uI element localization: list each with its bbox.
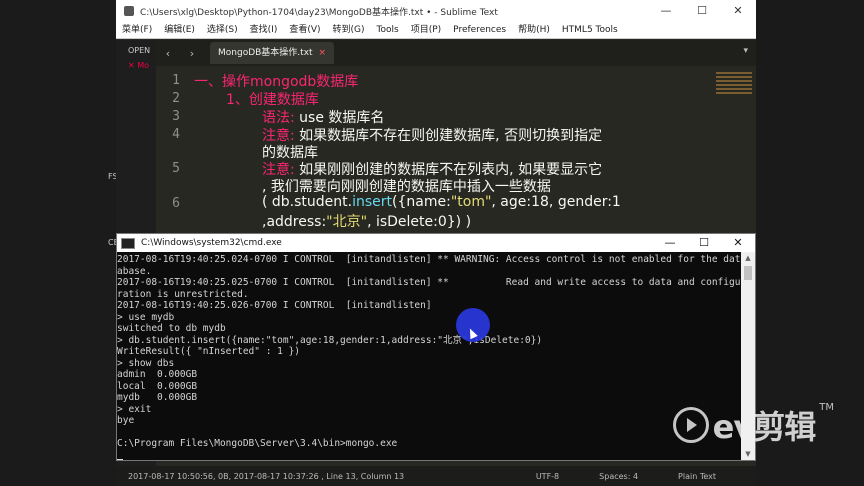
line-number: 1 — [172, 73, 180, 88]
text-cursor — [117, 459, 123, 460]
scroll-up-icon[interactable]: ▲ — [741, 254, 755, 262]
menu-goto[interactable]: 转到(G) — [327, 22, 371, 38]
minimap[interactable] — [716, 70, 752, 110]
sublime-tabbar: ‹ › MongoDB基本操作.txt × ▾ — [156, 40, 756, 66]
cmd-window: C:\Windows\system32\cmd.exe — ☐ ✕ 2017-0… — [116, 233, 756, 461]
code-editor[interactable]: 1 2 3 4 5 6 一、操作mongodb数据库 1、创建数据库 语法: u… — [156, 66, 756, 238]
close-icon[interactable]: ✕ — [721, 234, 755, 252]
sublime-window-title: C:\Users\xlg\Desktop\Python-1704\day23\M… — [140, 7, 498, 18]
status-encoding[interactable]: UTF-8 — [536, 472, 559, 481]
minimize-icon[interactable]: — — [648, 0, 684, 22]
status-bar: 2017-08-17 10:50:56, 0B, 2017-08-17 10:3… — [116, 466, 756, 486]
console-line: admin 0.000GB — [117, 369, 198, 380]
code-text: , age:18, gender:1 — [491, 194, 621, 210]
function-text: insert — [352, 194, 393, 210]
menu-view[interactable]: 查看(V) — [283, 22, 326, 38]
console-line: > db.student.insert({name:"tom",age:18,g… — [117, 334, 543, 346]
code-line-6: ( db.student.insert({name:"tom", age:18,… — [262, 194, 621, 210]
watermark-text: ev剪辑 — [712, 408, 817, 446]
line-number: 5 — [172, 161, 180, 176]
console-line: > show dbs — [117, 357, 175, 369]
code-text: ,address: — [262, 214, 327, 230]
maximize-icon[interactable]: ☐ — [687, 234, 721, 252]
console-line: 2017-08-16T19:40:25.024-0700 I CONTROL [… — [117, 254, 741, 265]
menu-find[interactable]: 查找(I) — [244, 22, 284, 38]
code-line-5-wrap: , 我们需要向刚刚创建的数据库中插入一些数据 — [262, 176, 551, 196]
menu-edit[interactable]: 编辑(E) — [158, 22, 201, 38]
line-gutter: 1 2 3 4 5 6 — [156, 66, 184, 238]
sublime-menubar: 菜单(F) 编辑(E) 选择(S) 查找(I) 查看(V) 转到(G) Tool… — [116, 22, 756, 39]
console-line: bye — [117, 415, 135, 426]
terminal-icon — [121, 237, 135, 249]
maximize-icon[interactable]: ☐ — [684, 0, 720, 22]
code-text: use 数据库名 — [294, 110, 385, 126]
line-number: 6 — [172, 196, 180, 211]
scrollbar-thumb[interactable] — [744, 266, 752, 280]
status-position: 2017-08-17 10:50:56, 0B, 2017-08-17 10:3… — [128, 471, 405, 481]
menu-preferences[interactable]: Preferences — [447, 22, 512, 38]
code-line-3: 语法: use 数据库名 — [262, 107, 384, 127]
tab-mongodb-file[interactable]: MongoDB基本操作.txt × — [210, 42, 335, 64]
cmd-titlebar: C:\Windows\system32\cmd.exe — ☐ ✕ — [117, 234, 755, 252]
console-line: C:\Program Files\MongoDB\Server\3.4\bin>… — [117, 438, 398, 449]
sublime-titlebar: C:\Users\xlg\Desktop\Python-1704\day23\M… — [116, 0, 756, 22]
console-line: abase. — [117, 265, 152, 277]
scroll-down-icon[interactable]: ▼ — [741, 450, 755, 458]
tab-dropdown-icon[interactable]: ▾ — [743, 46, 748, 56]
tab-prev-icon[interactable]: ‹ — [156, 47, 180, 60]
string-text: "北京" — [326, 214, 368, 230]
menu-project[interactable]: 项目(P) — [405, 22, 447, 38]
code-text: ( db.student. — [262, 194, 353, 210]
console-line: switched to db mydb — [117, 323, 226, 334]
menu-tools[interactable]: Tools — [371, 22, 405, 38]
line-number: 2 — [172, 91, 180, 106]
heading-text: 一、操作mongodb数据库 — [194, 74, 359, 90]
close-icon[interactable]: ✕ — [720, 0, 756, 22]
cmd-window-title: C:\Windows\system32\cmd.exe — [141, 238, 282, 248]
console-line: mydb 0.000GB — [117, 392, 198, 403]
line-number: 3 — [172, 109, 180, 124]
menu-selection[interactable]: 选择(S) — [201, 22, 244, 38]
status-syntax[interactable]: Plain Text — [678, 472, 716, 481]
console-line: WriteResult({ "nInserted" : 1 }) — [117, 346, 301, 357]
code-text: , isDelete:0}) ) — [367, 214, 472, 230]
code-line-1: 一、操作mongodb数据库 — [194, 71, 358, 91]
status-indentation[interactable]: Spaces: 4 — [599, 472, 638, 481]
code-line-6-wrap: ,address:"北京", isDelete:0}) ) — [262, 211, 471, 231]
sidebar-open-file[interactable]: ✕ Mo — [116, 55, 156, 70]
code-text: ({name: — [392, 194, 451, 210]
code-text: , 我们需要向刚刚创建的数据库中插入一些数据 — [262, 179, 551, 195]
code-line-2: 1、创建数据库 — [226, 89, 319, 109]
keyword-text: 语法: — [262, 110, 295, 126]
string-text: "tom" — [450, 194, 492, 210]
play-logo-icon — [672, 407, 709, 443]
minimize-icon[interactable]: — — [653, 234, 687, 252]
console-line: > exit — [117, 403, 152, 415]
tab-label: MongoDB基本操作.txt — [218, 48, 313, 58]
menu-file[interactable]: 菜单(F) — [116, 22, 158, 38]
console-line: 2017-08-16T19:40:25.026-0700 I CONTROL [… — [117, 300, 432, 311]
ev-watermark: ev剪辑 TM — [672, 402, 834, 448]
console-line: > use mydb — [117, 311, 175, 323]
tab-next-icon[interactable]: › — [180, 47, 204, 60]
tab-close-icon[interactable]: × — [319, 48, 327, 58]
sidebar-open-files-label: OPEN — [128, 46, 151, 55]
console-output[interactable]: 2017-08-16T19:40:25.024-0700 I CONTROL [… — [117, 252, 741, 460]
sublime-app-icon — [124, 6, 134, 16]
menu-html5-tools[interactable]: HTML5 Tools — [556, 22, 624, 38]
watermark-tm: TM — [819, 402, 834, 413]
line-number: 4 — [172, 127, 180, 142]
subheading-text: 1、创建数据库 — [226, 92, 319, 108]
code-text: 如果数据库不存在则创建数据库, 否则切换到指定 — [294, 128, 603, 144]
console-cursor-line — [117, 450, 741, 460]
console-line: local 0.000GB — [117, 380, 198, 392]
menu-help[interactable]: 帮助(H) — [512, 22, 556, 38]
video-frame-left — [0, 0, 116, 486]
console-line: ration is unrestricted. — [117, 288, 249, 300]
console-line: 2017-08-16T19:40:25.025-0700 I CONTROL [… — [117, 277, 741, 288]
